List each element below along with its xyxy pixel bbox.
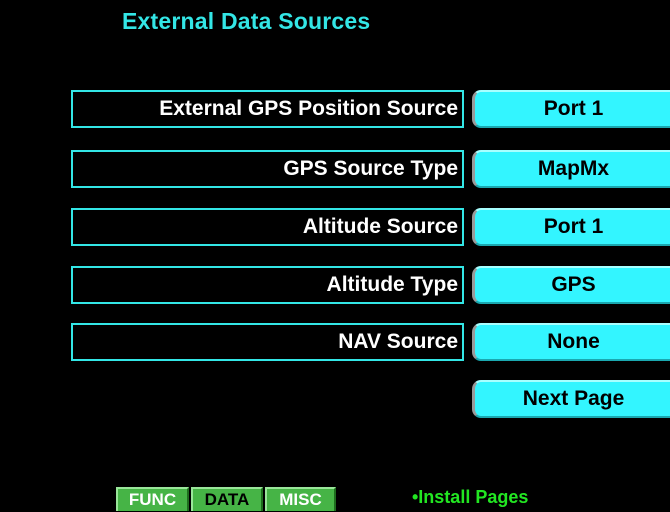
- external-gps-position-source-button[interactable]: Port 1: [472, 90, 670, 128]
- altitude-type-button[interactable]: GPS: [472, 266, 670, 304]
- row-label-external-gps-position-source: External GPS Position Source: [71, 90, 464, 128]
- next-page-button[interactable]: Next Page: [472, 380, 670, 418]
- altitude-source-button[interactable]: Port 1: [472, 208, 670, 246]
- gps-source-type-button[interactable]: MapMx: [472, 150, 670, 188]
- tab-data[interactable]: DATA: [191, 487, 263, 511]
- tab-misc[interactable]: MISC: [265, 487, 336, 511]
- nav-source-button[interactable]: None: [472, 323, 670, 361]
- page-title: External Data Sources: [122, 8, 371, 34]
- install-pages-label: •Install Pages: [412, 487, 529, 507]
- row-label-altitude-type: Altitude Type: [71, 266, 464, 304]
- row-label-altitude-source: Altitude Source: [71, 208, 464, 246]
- tab-func[interactable]: FUNC: [116, 487, 189, 511]
- row-label-nav-source: NAV Source: [71, 323, 464, 361]
- function-tabs: FUNC DATA MISC: [116, 487, 336, 511]
- row-label-gps-source-type: GPS Source Type: [71, 150, 464, 188]
